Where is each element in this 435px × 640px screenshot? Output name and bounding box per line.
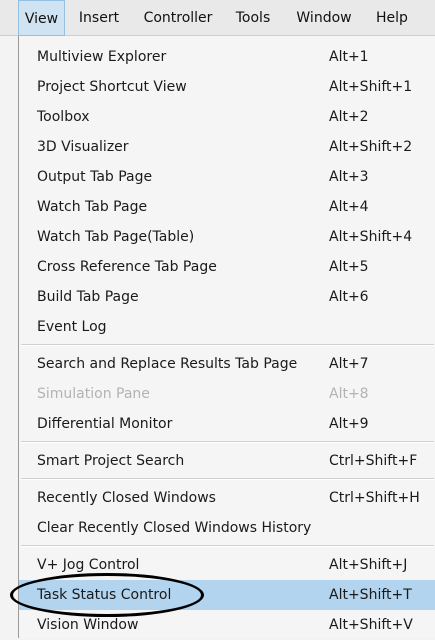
menu-item-toolbox[interactable]: Toolbox Alt+2 [19,102,435,132]
menu-item-watch-tab-page[interactable]: Watch Tab Page Alt+4 [19,192,435,222]
menu-tools[interactable]: Tools [228,0,278,36]
menu-item-recently-closed-windows[interactable]: Recently Closed Windows Ctrl+Shift+H [19,483,435,513]
menu-item-shortcut: Alt+Shift+4 [329,229,413,245]
menu-item-shortcut: Alt+8 [329,386,369,402]
menu-item-shortcut: Ctrl+Shift+F [329,453,418,469]
menu-bar: View Insert Controller Tools Window Help [0,0,435,36]
menu-item-cross-reference-tab-page[interactable]: Cross Reference Tab Page Alt+5 [19,252,435,282]
menu-item-label: Clear Recently Closed Windows History [37,520,312,536]
menu-item-label: Output Tab Page [37,169,153,185]
menu-item-label: Event Log [37,319,107,335]
menu-item-shortcut: Alt+6 [329,289,369,305]
menu-item-multiview-explorer[interactable]: Multiview Explorer Alt+1 [19,42,435,72]
menu-item-smart-project-search[interactable]: Smart Project Search Ctrl+Shift+F [19,446,435,476]
menu-item-shortcut: Alt+4 [329,199,369,215]
menu-item-label: Multiview Explorer [37,49,167,65]
menu-item-label: Vision Window [37,617,139,633]
menu-separator [21,344,434,346]
menu-item-watch-tab-page-table[interactable]: Watch Tab Page(Table) Alt+Shift+4 [19,222,435,252]
menu-item-v-jog-control[interactable]: V+ Jog Control Alt+Shift+J [19,550,435,580]
menu-item-event-log[interactable]: Event Log [19,312,435,342]
menu-item-build-tab-page[interactable]: Build Tab Page Alt+6 [19,282,435,312]
menu-insert[interactable]: Insert [70,0,128,36]
menu-item-differential-monitor[interactable]: Differential Monitor Alt+9 [19,409,435,439]
menu-separator [21,545,434,547]
menu-item-label: Task Status Control [37,587,172,603]
menu-item-shortcut: Alt+9 [329,416,369,432]
menu-item-label: 3D Visualizer [37,139,129,155]
view-dropdown-menu: Multiview Explorer Alt+1 Project Shortcu… [18,36,435,638]
menu-item-clear-recently-closed-history[interactable]: Clear Recently Closed Windows History [19,513,435,543]
menu-item-label: Cross Reference Tab Page [37,259,217,275]
menu-item-shortcut: Alt+Shift+2 [329,139,413,155]
menu-item-label: V+ Jog Control [37,557,140,573]
menu-item-label: Differential Monitor [37,416,173,432]
menu-item-label: Watch Tab Page [37,199,148,215]
menu-item-simulation-pane: Simulation Pane Alt+8 [19,379,435,409]
menu-item-shortcut: Alt+Shift+T [329,587,412,603]
menu-separator [21,478,434,480]
menu-item-label: Toolbox [37,109,90,125]
menu-help[interactable]: Help [370,0,414,36]
menu-item-project-shortcut-view[interactable]: Project Shortcut View Alt+Shift+1 [19,72,435,102]
menu-item-search-replace-results[interactable]: Search and Replace Results Tab Page Alt+… [19,349,435,379]
menu-item-label: Simulation Pane [37,386,150,402]
menu-controller[interactable]: Controller [134,0,222,36]
menu-item-shortcut: Alt+3 [329,169,369,185]
menu-item-shortcut: Ctrl+Shift+H [329,490,420,506]
menu-item-shortcut: Alt+7 [329,356,369,372]
menu-item-shortcut: Alt+1 [329,49,369,65]
menu-item-task-status-control[interactable]: Task Status Control Alt+Shift+T [19,580,435,610]
menu-item-label: Search and Replace Results Tab Page [37,356,298,372]
menu-item-label: Smart Project Search [37,453,185,469]
menu-window[interactable]: Window [290,0,358,36]
menu-item-label: Watch Tab Page(Table) [37,229,195,245]
menu-item-3d-visualizer[interactable]: 3D Visualizer Alt+Shift+2 [19,132,435,162]
menu-view[interactable]: View [18,0,65,36]
menu-item-shortcut: Alt+Shift+V [329,617,413,633]
menu-item-shortcut: Alt+5 [329,259,369,275]
menu-item-vision-window[interactable]: Vision Window Alt+Shift+V [19,610,435,640]
menu-item-label: Project Shortcut View [37,79,187,95]
menu-item-shortcut: Alt+2 [329,109,369,125]
menu-separator [21,441,434,443]
menu-item-shortcut: Alt+Shift+J [329,557,408,573]
menu-item-label: Recently Closed Windows [37,490,216,506]
menu-item-output-tab-page[interactable]: Output Tab Page Alt+3 [19,162,435,192]
menu-item-label: Build Tab Page [37,289,139,305]
menu-item-shortcut: Alt+Shift+1 [329,79,413,95]
